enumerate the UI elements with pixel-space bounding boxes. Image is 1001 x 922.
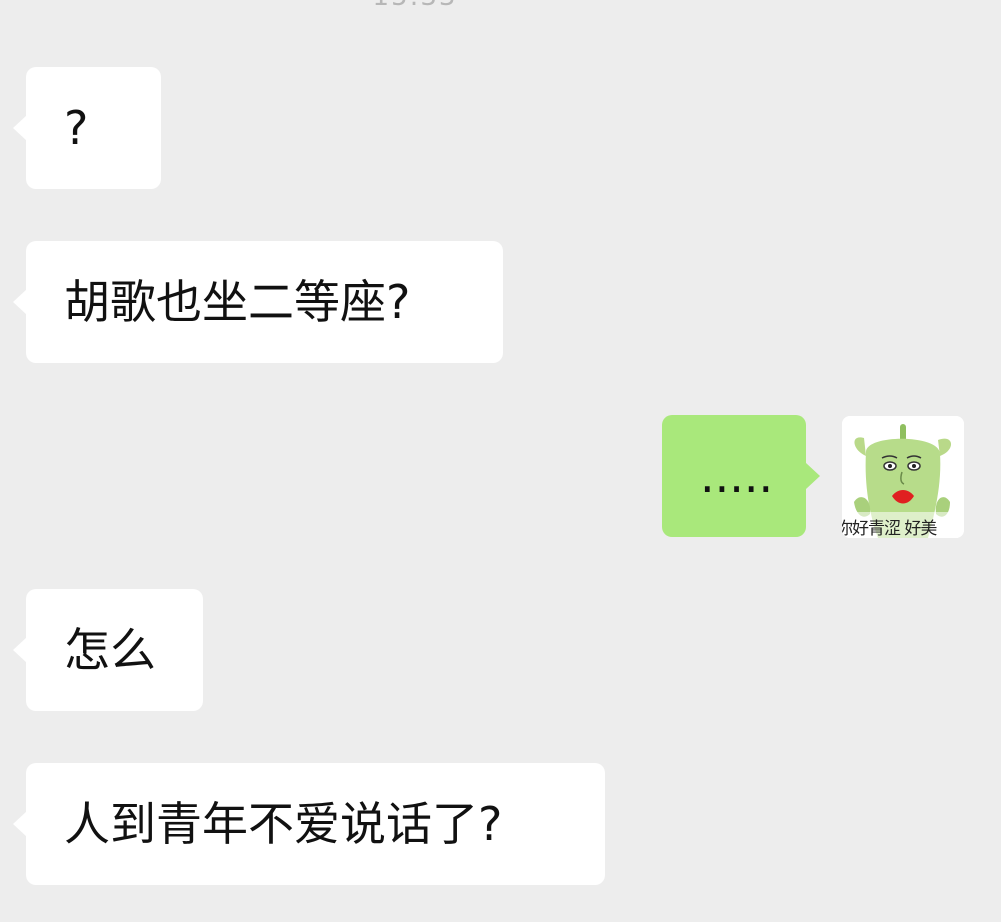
message-text: ? [64, 101, 89, 155]
chat-area[interactable]: 15:33 ? 胡歌也坐二等座? ..... 你好青涩 好美 [0, 0, 1001, 922]
incoming-message-bubble[interactable]: ? [13, 67, 161, 189]
avatar-caption: 你好青涩 好美 [842, 519, 937, 538]
message-text: 胡歌也坐二等座? [64, 275, 411, 329]
message-text: 怎么 [64, 623, 156, 677]
outgoing-message-bubble[interactable]: ..... [662, 415, 820, 537]
message-timestamp: 15:33 [0, 0, 830, 12]
self-avatar[interactable]: 你好青涩 好美 [842, 416, 964, 538]
incoming-message-bubble[interactable]: 胡歌也坐二等座? [13, 241, 503, 363]
message-text: 人到青年不爱说话了? [64, 797, 503, 851]
incoming-message-bubble[interactable]: 人到青年不爱说话了? [13, 763, 605, 885]
incoming-message-bubble[interactable]: 怎么 [13, 589, 203, 711]
message-text: ..... [700, 449, 774, 503]
